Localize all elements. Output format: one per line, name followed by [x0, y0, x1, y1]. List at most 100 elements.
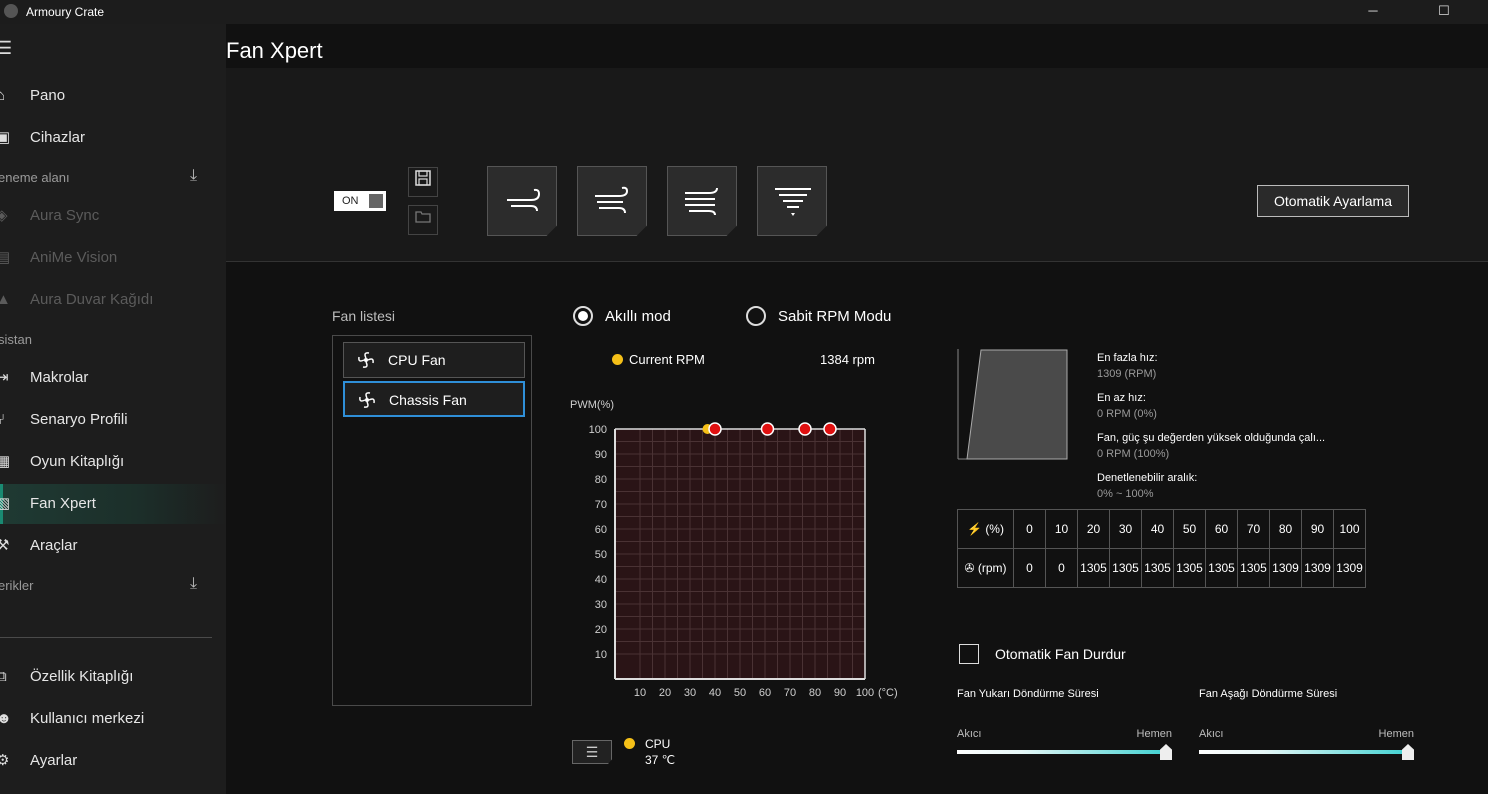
power-icon: ⚡ [967, 522, 982, 536]
y-tick-label: 50 [595, 549, 607, 561]
fan-xpert-icon: ▧ [0, 495, 11, 512]
radio-circle [746, 306, 766, 326]
slider-track[interactable] [1199, 750, 1414, 754]
table-cell: 30 [1109, 509, 1142, 549]
rpm-table: ⚡ (%) 0 10 20 30 40 50 60 70 80 90 100 ✇… [957, 509, 1366, 588]
slider-thumb[interactable] [1160, 744, 1172, 760]
fan-list-item-cpu-fan[interactable]: CPU Fan [343, 342, 525, 378]
table-cell: 90 [1301, 509, 1334, 549]
table-cell: 0 [1045, 548, 1078, 588]
fan-curve-chart[interactable]: PWM(%) 10 20 30 40 50 60 70 80 90 100 10 20 30 40 50 60 7… [566, 386, 906, 706]
menu-icon[interactable]: ☰ [0, 38, 12, 59]
x-axis-label: (°C) [878, 687, 898, 699]
standard-mode-icon [595, 186, 629, 214]
row-label: (%) [985, 522, 1004, 536]
sidebar-item-label: Makrolar [30, 369, 89, 386]
table-cell: 1309 [1333, 548, 1366, 588]
sidebar-item-ozellik-kitapligi[interactable]: ⧉ Özellik Kitaplığı [0, 657, 226, 697]
table-row: ⚡ (%) 0 10 20 30 40 50 60 70 80 90 100 [957, 509, 1366, 549]
section-label-asistan: sistan [0, 332, 32, 347]
maximize-button[interactable]: ☐ [1421, 0, 1467, 24]
fan-xpert-toggle[interactable]: ON [334, 191, 386, 211]
fan-list-label: Fan listesi [332, 308, 396, 324]
info-value: 0 RPM (100%) [1097, 448, 1170, 460]
table-cell: 1309 [1301, 548, 1334, 588]
sidebar-item-makrolar[interactable]: ⇥ Makrolar [0, 358, 226, 398]
full-speed-mode-icon [775, 188, 811, 216]
home-icon: ⌂ [0, 87, 6, 104]
info-min-speed: En az hız: 0 RPM (0%) [1097, 392, 1157, 420]
full-speed-mode-button[interactable] [757, 166, 827, 236]
sensor-temperature: 37 ℃ [645, 753, 676, 767]
sidebar-item-label: Aura Duvar Kağıdı [30, 291, 154, 308]
curve-point [760, 422, 775, 436]
y-tick-label: 40 [595, 574, 607, 586]
fan-list-item-chassis-fan[interactable]: Chassis Fan [343, 381, 525, 417]
table-cell: 40 [1141, 509, 1174, 549]
slider-thumb[interactable] [1402, 744, 1414, 760]
spin-up-slider: Fan Yukarı Döndürme Süresi Akıcı Hemen [957, 688, 1172, 768]
info-title: Denetlenebilir aralık: [1097, 472, 1198, 484]
slider-min-label: Akıcı [957, 728, 982, 740]
table-cell: 80 [1269, 509, 1302, 549]
wallpaper-icon: ▲ [0, 291, 11, 308]
download-icon[interactable]: ⤓ [190, 167, 210, 187]
sidebar-item-label: Araçlar [30, 537, 78, 554]
cpu-sensor-dot [624, 738, 635, 749]
x-tick-label: 60 [759, 687, 771, 699]
table-row: ✇ (rpm) 0 0 1305 1305 1305 1305 1305 130… [957, 548, 1366, 588]
sidebar-item-label: Cihazlar [30, 129, 86, 146]
x-tick-label: 70 [784, 687, 796, 699]
sidebar-item-senaryo-profili[interactable]: ⑂ Senaryo Profili [0, 400, 226, 440]
minimize-button[interactable]: ─ [1350, 0, 1396, 24]
section-label-icerikler: erikler [0, 578, 34, 593]
main-panel: Fan Xpert ON Otomatik Ayarlama Fan liste… [226, 24, 1488, 794]
table-cell: 1309 [1269, 548, 1302, 588]
table-cell: 1305 [1173, 548, 1206, 588]
auto-tune-button[interactable]: Otomatik Ayarlama [1257, 185, 1409, 217]
aura-icon: ◈ [0, 207, 8, 224]
y-axis-label: PWM(%) [570, 399, 614, 411]
silent-mode-button[interactable] [487, 166, 557, 236]
sidebar: ☰ ⌂ Pano ▣ Cihazlar eneme alanı ⤓ ◈ Aura… [0, 24, 226, 794]
fan-icon [359, 392, 375, 408]
sidebar-item-araclar[interactable]: ⚒ Araçlar [0, 526, 226, 566]
sidebar-item-label: AniMe Vision [30, 249, 118, 266]
slider-track[interactable] [957, 750, 1172, 754]
save-icon[interactable] [408, 167, 438, 197]
current-rpm-label: Current RPM [629, 352, 705, 367]
download-icon[interactable]: ⤓ [190, 575, 210, 595]
curve-point [798, 422, 812, 436]
y-tick-label: 60 [595, 524, 607, 536]
sidebar-item-kullanici-merkezi[interactable]: ☻ Kullanıcı merkezi [0, 699, 226, 739]
radio-label: Akıllı mod [605, 308, 671, 325]
title-bar: Armoury Crate ─ ☐ [0, 0, 1488, 24]
toggle-knob [369, 194, 383, 208]
fan-name: Chassis Fan [389, 392, 467, 408]
folder-icon[interactable] [408, 205, 438, 235]
info-controllable-range: Denetlenebilir aralık: 0% ~ 100% [1097, 472, 1197, 500]
sidebar-item-label: Özellik Kitaplığı [30, 668, 134, 685]
radio-circle [573, 306, 593, 326]
sidebar-item-pano[interactable]: ⌂ Pano [0, 76, 226, 116]
y-tick-label: 90 [595, 449, 607, 461]
table-cell: 1305 [1205, 548, 1238, 588]
sensor-list-button[interactable]: ☰ [572, 740, 612, 764]
sidebar-item-label: Fan Xpert [30, 495, 96, 512]
turbo-mode-button[interactable] [667, 166, 737, 236]
scenario-icon: ⑂ [0, 411, 6, 428]
sidebar-item-fan-xpert[interactable]: ▧ Fan Xpert [0, 484, 226, 524]
radio-label: Sabit RPM Modu [778, 308, 892, 325]
standard-mode-button[interactable] [577, 166, 647, 236]
table-cell: 10 [1045, 509, 1078, 549]
slider-max-label: Hemen [1136, 728, 1172, 740]
y-tick-label: 80 [595, 474, 607, 486]
sidebar-item-cihazlar[interactable]: ▣ Cihazlar [0, 118, 226, 158]
auto-fan-stop-checkbox[interactable] [959, 644, 979, 664]
sidebar-item-ayarlar[interactable]: ⚙ Ayarlar [0, 741, 226, 781]
table-cell: 50 [1173, 509, 1206, 549]
game-library-icon: ▦ [0, 453, 11, 470]
x-tick-label: 30 [684, 687, 696, 699]
sidebar-item-oyun-kitapligi[interactable]: ▦ Oyun Kitaplığı [0, 442, 226, 482]
spin-down-slider: Fan Aşağı Döndürme Süresi Akıcı Hemen [1199, 688, 1414, 768]
